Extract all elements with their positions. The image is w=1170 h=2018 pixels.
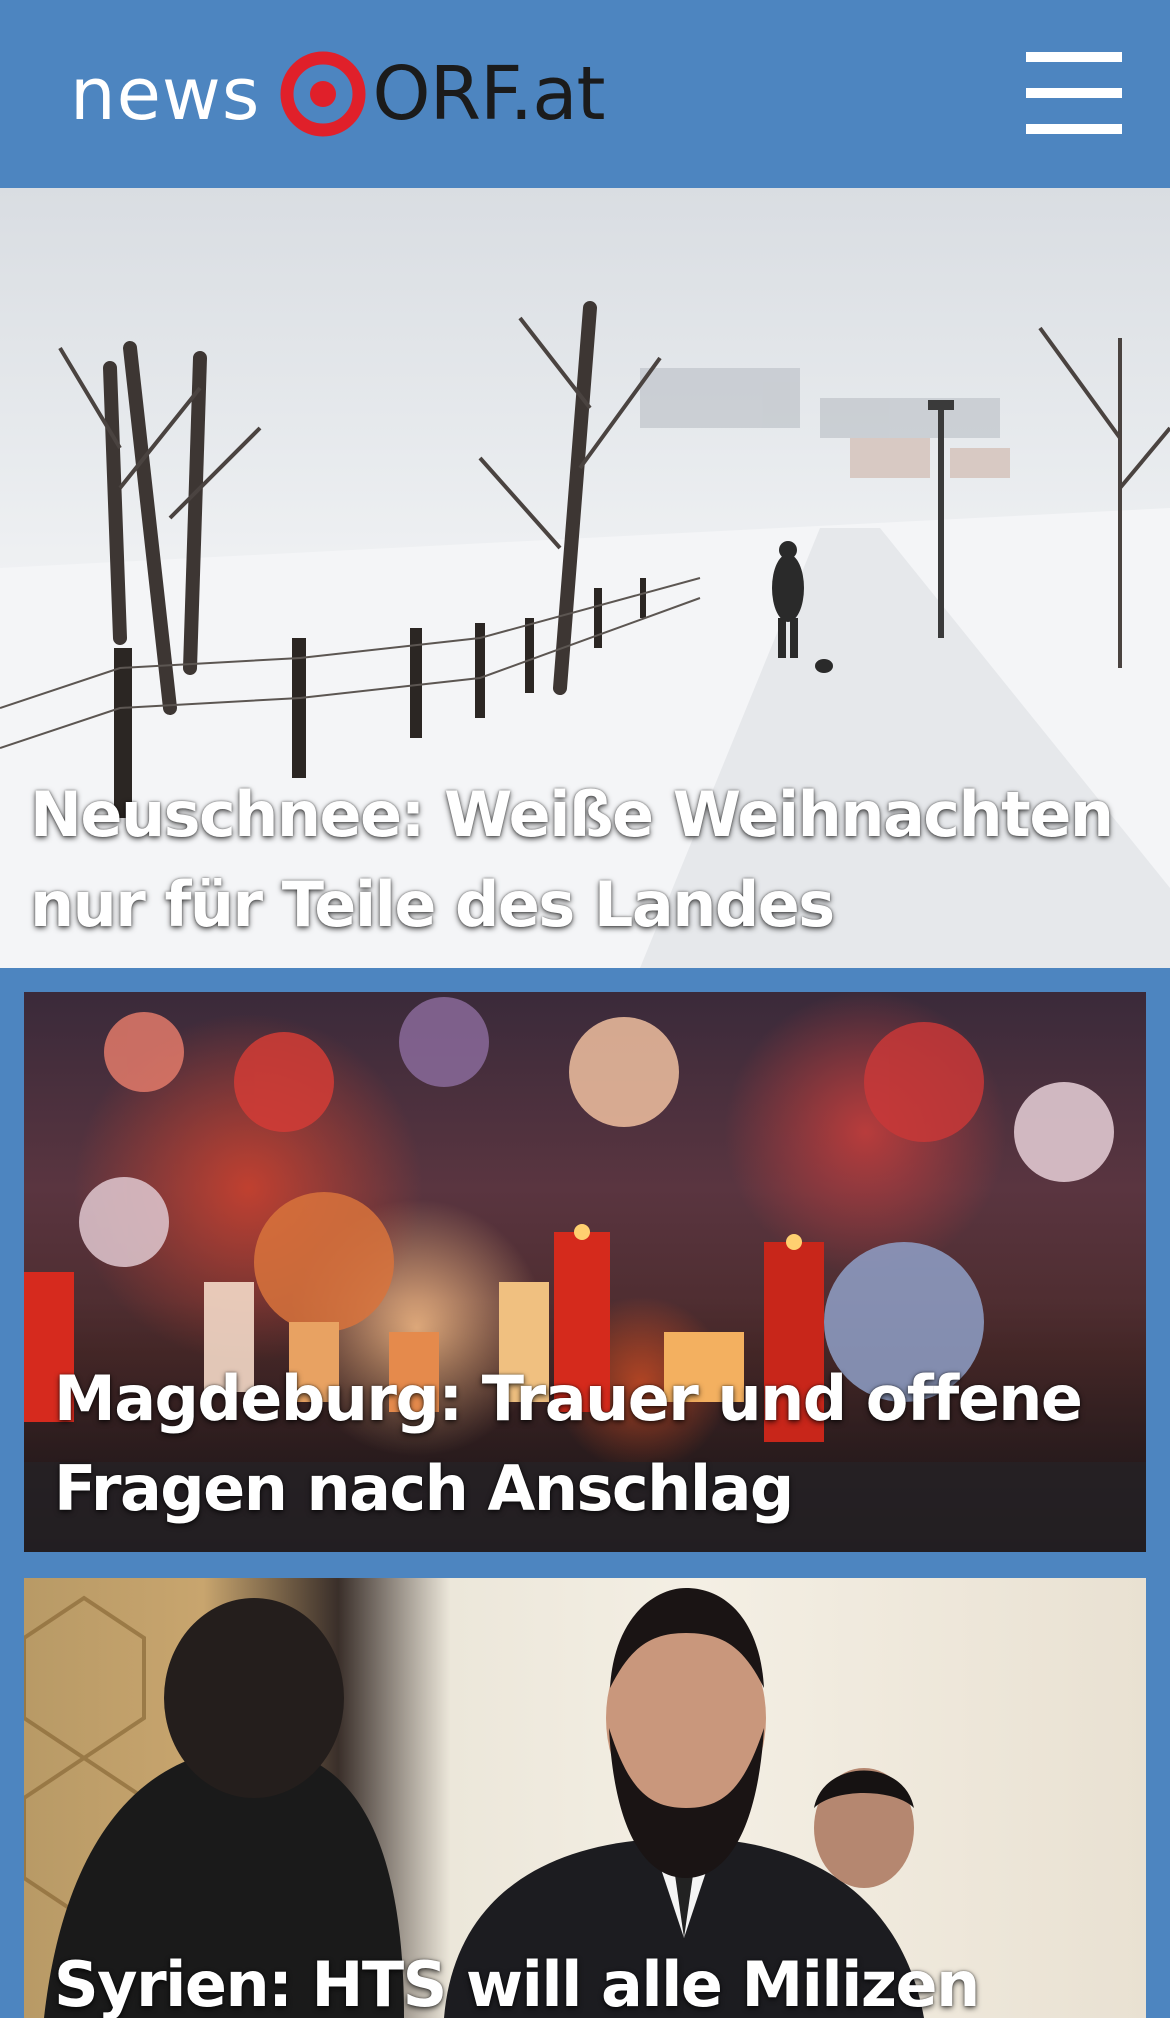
- menu-bar-middle: [1026, 88, 1122, 98]
- story-headline[interactable]: Syrien: HTS will alle Milizen: [54, 1940, 1106, 2018]
- story-card-syria[interactable]: Syrien: HTS will alle Milizen: [24, 1578, 1146, 2018]
- logo-news-text: news: [70, 52, 261, 136]
- menu-bar-bottom: [1026, 124, 1122, 134]
- orf-target-icon: [280, 51, 366, 137]
- app-header: news ORF.at: [0, 0, 1170, 188]
- orf-news-logo[interactable]: news ORF.at: [70, 44, 606, 144]
- story-card-magdeburg[interactable]: Magdeburg: Trauer und offene Fragen nach…: [24, 992, 1146, 1552]
- story-headline[interactable]: Magdeburg: Trauer und offene Fragen nach…: [54, 1354, 1106, 1534]
- hamburger-menu-icon[interactable]: [1024, 50, 1124, 136]
- logo-orf-text: ORF.at: [372, 51, 605, 137]
- story-headline[interactable]: Neuschnee: Weiße Weihnachten nur für Tei…: [30, 770, 1130, 950]
- story-card-snow[interactable]: Neuschnee: Weiße Weihnachten nur für Tei…: [0, 188, 1170, 968]
- menu-bar-top: [1026, 52, 1122, 62]
